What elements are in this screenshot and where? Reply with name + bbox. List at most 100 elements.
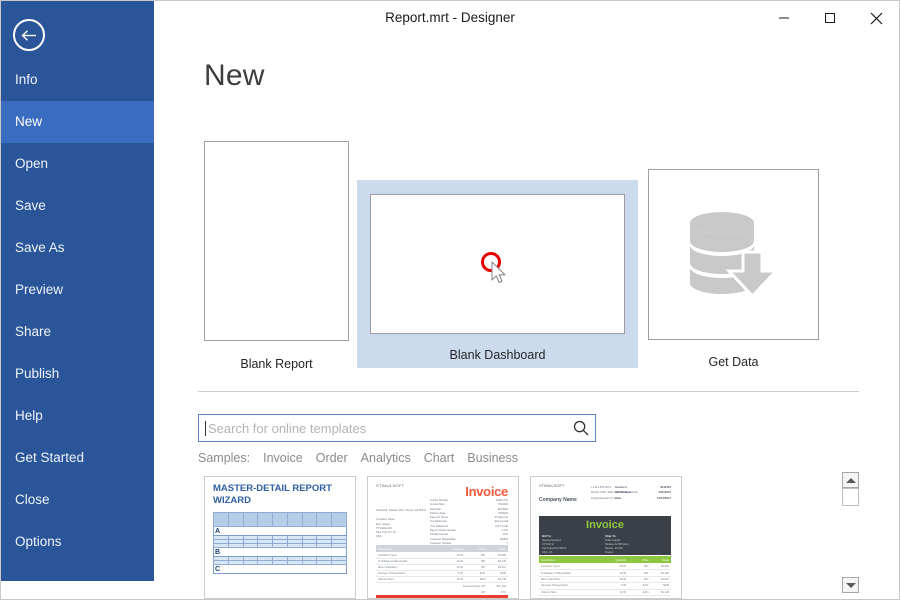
cell-price: $67 [463, 554, 485, 557]
back-button[interactable] [13, 19, 45, 51]
card-blank-report-label: Blank Report [204, 357, 349, 371]
column-header: Description [376, 547, 437, 551]
scrollbar-thumb[interactable] [842, 488, 859, 506]
template-invoice-billing: Stimulsoft, Claudio Ortiz, Tucson, AZ 85… [376, 509, 446, 540]
close-button[interactable] [853, 1, 899, 35]
backstage-sidebar: Info New Open Save Save As Preview Share… [1, 1, 154, 581]
template-invoice-table-header: Description Quantity Price Totals [376, 545, 508, 552]
footer-subtotal-label: Sub Total [600, 597, 622, 598]
card-blank-report[interactable]: Blank Report [204, 141, 349, 371]
card-get-data[interactable]: Get Data [648, 169, 819, 369]
minimize-button[interactable] [761, 1, 807, 35]
template-invoice-total-bar: Total Including VAT $12,220 [376, 595, 508, 598]
total-value: $12,220 [494, 597, 505, 599]
samples-label: Samples: [198, 451, 250, 465]
sidebar-item-publish[interactable]: Publish [1, 353, 154, 395]
table-row [214, 513, 347, 527]
column-header: Quantity [600, 558, 626, 562]
cell-price: $67 [626, 578, 648, 581]
template-invoice-green-preview: STIMULSOFT Company Name +1 314-555-0073 … [539, 483, 673, 598]
cell-desc: Villa de Plaza [539, 591, 600, 594]
billing-line: USA [376, 535, 446, 539]
column-header: Price [626, 558, 648, 562]
cell-price: $61 [463, 560, 485, 563]
cell-total: $605 [486, 572, 508, 575]
window-controls [761, 1, 899, 35]
sidebar-item-info[interactable]: Info [1, 59, 154, 101]
template-card-invoice-orange[interactable]: STIMULSOFT Invoice Invoice Number12345-7… [367, 476, 519, 599]
template-invoice-footer: Subtotal Sub Total $10,183 [539, 597, 671, 598]
meta-row: Date12/12/2017 [615, 496, 671, 501]
template-master-detail-preview: MASTER-DETAIL REPORT WIZARD A B [213, 483, 347, 598]
sidebar-item-close[interactable]: Close [1, 479, 154, 521]
template-card-invoice-green[interactable]: STIMULSOFT Company Name +1 314-555-0073 … [530, 476, 682, 599]
vat-value: 20% [486, 591, 508, 594]
column-header: Description [539, 558, 600, 562]
search-input[interactable] [206, 415, 567, 441]
cell-desc: Stronger Transportation [376, 572, 437, 575]
chevron-up-icon [846, 478, 856, 483]
cell-total: $2,010 [649, 578, 671, 581]
new-document-cards: Blank Report Blank Dashboard [154, 35, 899, 385]
ship-to-block: Ship To: Toldo Liquide Strasse de 500 jo… [605, 534, 668, 554]
table-row: A [214, 527, 347, 536]
sidebar-item-help[interactable]: Help [1, 395, 154, 437]
sidebar-item-preview[interactable]: Preview [1, 269, 154, 311]
template-invoice-addresses: Bill To: Speedy Express 47 Polk St San F… [539, 533, 671, 555]
template-gallery-scrollbar[interactable] [842, 472, 860, 599]
sidebar-item-get-started[interactable]: Get Started [1, 437, 154, 479]
section-divider [198, 391, 859, 392]
sample-link-business[interactable]: Business [467, 451, 518, 465]
blank-dashboard-preview [370, 194, 625, 334]
card-blank-dashboard[interactable]: Blank Dashboard [357, 180, 638, 368]
cell-total: $2,680 [649, 565, 671, 568]
sidebar-item-new[interactable]: New [1, 101, 154, 143]
sample-link-chart[interactable]: Chart [424, 451, 455, 465]
sidebar-item-save-as[interactable]: Save As [1, 227, 154, 269]
bill-to-block: Bill To: Speedy Express 47 Polk St San F… [542, 534, 605, 554]
search-box[interactable] [198, 414, 596, 442]
sample-link-invoice[interactable]: Invoice [263, 451, 303, 465]
cell-desc: Stronger Transportation [539, 584, 600, 587]
template-invoice-orange-title: Invoice [465, 484, 508, 499]
cell-price: $204 [463, 578, 485, 581]
cell-total: $2,010 [486, 566, 508, 569]
sample-link-analytics[interactable]: Analytics [361, 451, 411, 465]
sidebar-item-share[interactable]: Share [1, 311, 154, 353]
template-invoice-green-title-band: Invoice [539, 516, 671, 533]
cell-price: $121 [626, 584, 648, 587]
samples-row: Samples: Invoice Order Analytics Chart B… [198, 451, 518, 465]
cell-desc: Container Types [539, 565, 600, 568]
card-blank-dashboard-label: Blank Dashboard [370, 348, 625, 362]
sample-link-order[interactable]: Order [316, 451, 348, 465]
cell-qty: 30.00 [437, 566, 463, 569]
get-data-preview [648, 169, 819, 340]
scroll-up-button[interactable] [842, 472, 859, 488]
subtotal-label: Total excluding VAT [463, 585, 486, 588]
template-invoice-table-header: Description Quantity Price Totals [539, 556, 671, 563]
template-gallery: MASTER-DETAIL REPORT WIZARD A B [198, 476, 848, 599]
sidebar-item-open[interactable]: Open [1, 143, 154, 185]
minimize-icon [778, 12, 790, 24]
database-download-icon [682, 209, 786, 301]
scroll-down-button[interactable] [842, 577, 859, 593]
sidebar-item-save[interactable]: Save [1, 185, 154, 227]
subtotal-value: $10,183 [486, 585, 508, 588]
search-button[interactable] [567, 415, 595, 441]
template-master-detail-table: A B C [213, 512, 347, 574]
group-letter: A [214, 528, 220, 535]
footer-label: Subtotal [539, 597, 600, 598]
maximize-button[interactable] [807, 1, 853, 35]
cell-total: $2,448 [486, 578, 508, 581]
mouse-cursor-icon [491, 261, 509, 286]
close-icon [870, 12, 883, 25]
table-row: Villa de Plaza 12.00 $204 $2,448 [539, 590, 671, 596]
cell-qty: 12.00 [600, 591, 626, 594]
cell-desc: Metro Subsidiary [539, 578, 600, 581]
designer-window: Report.mrt - Designer [0, 0, 900, 600]
sidebar-item-options[interactable]: Options [1, 521, 154, 563]
template-card-master-detail[interactable]: MASTER-DETAIL REPORT WIZARD A B [204, 476, 356, 599]
cell-qty: 12.00 [437, 578, 463, 581]
group-letter: B [214, 549, 220, 556]
cell-qty: 40.00 [600, 565, 626, 568]
